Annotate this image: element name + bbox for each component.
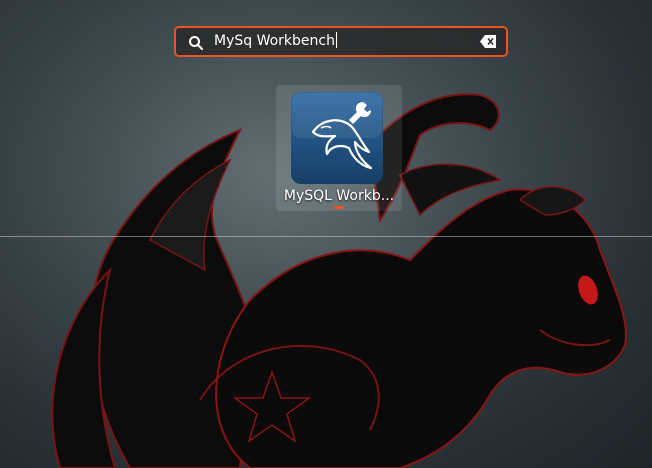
running-indicator [334,206,344,209]
app-label: MySQL Workb... [283,188,395,204]
clear-text-icon[interactable] [480,35,496,48]
search-input-text: MySq Workbench [214,33,335,49]
app-result-mysql-workbench[interactable]: MySQL Workb... [276,85,402,211]
search-input[interactable]: MySq Workbench [214,28,474,55]
mysql-workbench-icon [291,92,383,184]
search-box[interactable]: MySq Workbench [174,26,508,57]
search-icon [189,36,204,51]
dragon-wallpaper [0,0,652,468]
section-divider [0,236,652,237]
text-caret [335,32,337,48]
